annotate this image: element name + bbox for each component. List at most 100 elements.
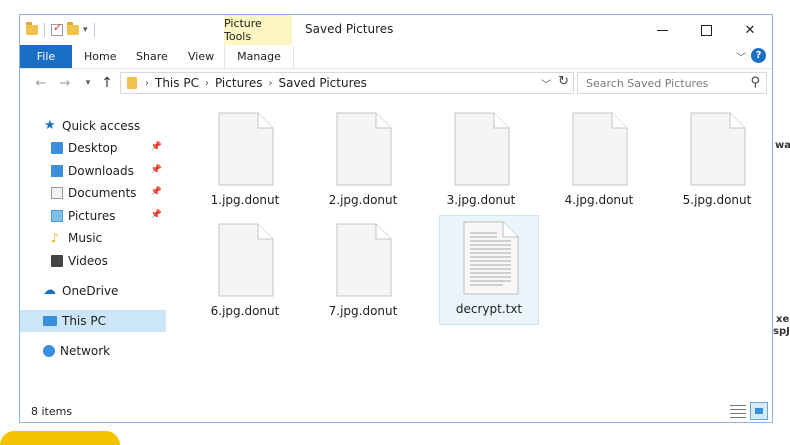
sidebar-item-pictures[interactable]: Pictures 📌 — [20, 205, 166, 227]
sidebar-item-music[interactable]: ♪ Music — [20, 227, 166, 249]
refresh-icon[interactable]: ↻ — [558, 74, 569, 89]
large-icons-view-icon[interactable] — [750, 402, 768, 420]
sidebar-item-label: Downloads — [68, 164, 134, 178]
sidebar-item-label: Music — [68, 231, 103, 245]
tab-home[interactable]: Home — [84, 45, 116, 68]
music-icon: ♪ — [51, 231, 59, 245]
text-document-icon — [463, 221, 519, 295]
file-name: 6.jpg.donut — [210, 304, 280, 318]
file-name: 2.jpg.donut — [328, 193, 398, 207]
tab-view[interactable]: View — [188, 45, 214, 68]
file-item[interactable]: 2.jpg.donut — [313, 107, 413, 217]
tab-share[interactable]: Share — [136, 45, 168, 68]
downloads-icon — [51, 165, 63, 177]
close-icon: ✕ — [744, 22, 756, 38]
address-bar[interactable]: › This PC › Pictures › Saved Pictures ﹀ … — [120, 72, 574, 94]
search-input[interactable] — [584, 75, 748, 91]
properties-icon[interactable] — [51, 21, 63, 36]
status-bar: 8 items — [20, 400, 772, 422]
minimize-button[interactable] — [640, 15, 684, 45]
blank-document-icon — [218, 223, 274, 297]
breadcrumb-pictures[interactable]: Pictures — [215, 76, 263, 90]
address-dropdown-chevron-icon[interactable]: ﹀ — [541, 76, 551, 91]
file-item[interactable]: 6.jpg.donut — [195, 218, 295, 328]
breadcrumb-separator-icon[interactable]: › — [205, 78, 209, 89]
pin-icon[interactable]: 📌 — [151, 165, 162, 175]
network-icon — [43, 345, 55, 357]
new-folder-icon[interactable] — [67, 22, 79, 35]
breadcrumb-separator-icon[interactable]: › — [268, 78, 272, 89]
help-icon[interactable]: ? — [751, 48, 766, 63]
tab-file[interactable]: File — [20, 45, 72, 68]
file-item[interactable]: 4.jpg.donut — [549, 107, 649, 217]
sidebar-item-documents[interactable]: Documents 📌 — [20, 182, 166, 204]
folder-icon — [127, 77, 137, 89]
sidebar-item-label: Pictures — [68, 209, 116, 223]
expand-ribbon-chevron-icon[interactable]: ﹀ — [736, 49, 746, 64]
file-item[interactable]: 1.jpg.donut — [195, 107, 295, 217]
file-name: 1.jpg.donut — [210, 193, 280, 207]
sidebar-item-label: Documents — [68, 186, 137, 200]
folder-icon[interactable] — [26, 22, 38, 35]
file-item[interactable]: 3.jpg.donut — [431, 107, 531, 217]
file-name: 7.jpg.donut — [328, 304, 398, 318]
window-title: Saved Pictures — [305, 22, 394, 36]
search-icon[interactable]: ⚲ — [750, 75, 760, 90]
sidebar-item-label: OneDrive — [62, 284, 119, 298]
navigation-bar: ← → ▾ ↑ › This PC › Pictures › Saved Pic… — [20, 71, 772, 95]
forward-arrow-icon[interactable]: → — [56, 73, 74, 93]
back-arrow-icon[interactable]: ← — [32, 73, 50, 93]
blank-document-icon — [336, 112, 392, 186]
sidebar-item-label: Videos — [68, 254, 108, 268]
file-name: 4.jpg.donut — [564, 193, 634, 207]
background-text-fragment: war — [775, 140, 790, 151]
search-box[interactable]: ⚲ — [577, 72, 767, 94]
minimize-icon — [656, 29, 668, 31]
file-item[interactable]: 5.jpg.donut — [667, 107, 767, 217]
customize-toolbar-chevron-icon[interactable]: ▾ — [83, 25, 88, 35]
maximize-icon — [700, 24, 712, 36]
quick-access-toolbar: ▾ — [26, 20, 97, 40]
breadcrumb-saved-pictures[interactable]: Saved Pictures — [278, 76, 366, 90]
sidebar-item-desktop[interactable]: Desktop 📌 — [20, 137, 166, 159]
item-count: 8 items — [31, 404, 73, 418]
maximize-button[interactable] — [684, 15, 728, 45]
pin-icon[interactable]: 📌 — [151, 210, 162, 220]
blank-document-icon — [690, 112, 746, 186]
file-item[interactable]: 7.jpg.donut — [313, 218, 413, 328]
file-item-selected[interactable]: decrypt.txt — [439, 215, 539, 325]
up-arrow-icon[interactable]: ↑ — [98, 73, 116, 93]
file-name: 3.jpg.donut — [446, 193, 516, 207]
ribbon-tabs: File Home Share View Manage ﹀ ? — [20, 45, 772, 69]
file-list: 1.jpg.donut 2.jpg.donut 3.jpg.donut 4.jp… — [195, 107, 770, 407]
blank-document-icon — [454, 112, 510, 186]
file-name: 5.jpg.donut — [682, 193, 752, 207]
pin-icon[interactable]: 📌 — [151, 142, 162, 152]
navigation-pane: ★ Quick access Desktop 📌 Downloads 📌 Doc… — [20, 109, 166, 399]
pin-icon[interactable]: 📌 — [151, 187, 162, 197]
blank-document-icon — [218, 112, 274, 186]
desktop-icon — [51, 142, 63, 154]
sidebar-item-this-pc[interactable]: This PC — [20, 310, 166, 332]
tab-manage[interactable]: Manage — [224, 45, 294, 68]
sidebar-item-label: This PC — [62, 314, 106, 328]
cloud-icon: ☁ — [43, 283, 56, 298]
star-icon: ★ — [44, 118, 56, 133]
documents-icon — [51, 187, 63, 199]
breadcrumb-separator-icon[interactable]: › — [145, 78, 149, 89]
breadcrumb-this-pc[interactable]: This PC — [155, 76, 199, 90]
sidebar-item-onedrive[interactable]: ☁ OneDrive — [20, 280, 166, 302]
pictures-icon — [51, 210, 63, 222]
details-view-icon[interactable] — [730, 403, 746, 419]
sidebar-item-videos[interactable]: Videos — [20, 250, 166, 272]
sidebar-item-label: Network — [60, 344, 111, 358]
explorer-window: ▾ Picture Tools Saved Pictures ✕ File Ho… — [19, 14, 773, 423]
sidebar-item-downloads[interactable]: Downloads 📌 — [20, 160, 166, 182]
decorative-arc — [0, 431, 120, 445]
sidebar-item-quick-access[interactable]: ★ Quick access — [20, 115, 190, 137]
close-button[interactable]: ✕ — [728, 15, 772, 45]
background-text-fragment: spJ — [773, 326, 790, 337]
sidebar-item-network[interactable]: Network — [20, 340, 166, 362]
blank-document-icon — [336, 223, 392, 297]
recent-locations-chevron-icon[interactable]: ▾ — [79, 73, 97, 93]
